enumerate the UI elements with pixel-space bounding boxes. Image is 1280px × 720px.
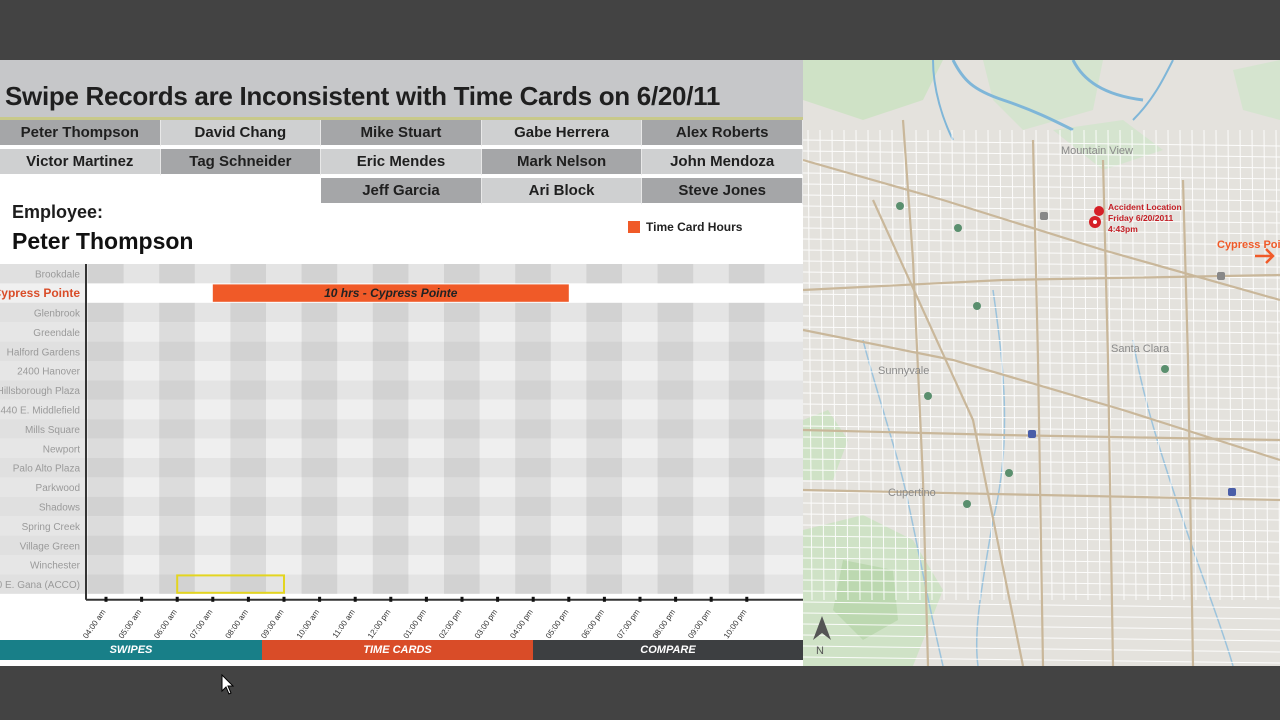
time-tick-label: 04:00 am [81,608,108,641]
time-tick-label: 09:00 am [259,608,286,641]
time-tick-label: 05:00 am [117,608,144,641]
time-tick-label: 07:00 pm [615,608,642,641]
axis-tick [246,596,250,602]
employee-button-ari-block[interactable]: Ari Block [481,178,643,205]
chart-legend: Time Card Hours [628,220,742,234]
place-mountain-view: Mountain View [1061,145,1133,157]
row-label: Hillsborough Plaza [0,386,80,397]
row-label: Village Green [20,541,80,552]
row-label: Shadows [39,503,80,514]
axis-tick [211,596,215,602]
employee-button-steve-jones[interactable]: Steve Jones [642,178,803,205]
time-tick-label: 06:00 pm [580,608,607,641]
timecard-chart: Brookdale Cypress Pointe Glenbrook Greendal… [0,264,803,641]
row-label: Palo Alto Plaza [13,464,81,475]
legend-swatch [628,221,640,233]
employee-button-peter-thompson[interactable]: Peter Thompson [0,120,161,147]
location-map[interactable]: Mountain View Sunnyvale Santa Clara Cupe… [803,60,1280,666]
time-tick-label: 12:00 pm [366,608,393,641]
tab-time-cards[interactable]: TIME CARDS [262,640,533,660]
time-tick-label: 04:00 pm [508,608,535,641]
place-cupertino: Cupertino [888,487,936,499]
axis-tick [602,596,606,602]
employee-button-mark-nelson[interactable]: Mark Nelson [481,149,643,176]
employee-button-mike-stuart[interactable]: Mike Stuart [321,120,482,147]
employee-button-victor-martinez[interactable]: Victor Martinez [0,149,161,176]
dashboard-panel: Swipe Records are Inconsistent with Time… [0,60,803,666]
accident-date: Friday 6/20/2011 [1108,213,1173,223]
employee-selector: Peter Thompson David Chang Mike Stuart Gabe… [0,120,803,207]
time-tick-label: 02:00 pm [437,608,464,641]
place-sunnyvale: Sunnyvale [878,365,929,377]
time-tick-label: 01:00 pm [402,608,429,641]
row-label: Brookdale [35,270,80,281]
tab-swipes[interactable]: SWIPES [0,640,262,660]
employee-button-john-mendoza[interactable]: John Mendoza [642,149,803,176]
accident-label: Accident Location [1108,202,1182,212]
time-tick-label: 06:00 am [152,608,179,641]
row-label: Glenbrook [34,309,81,320]
page-title: Swipe Records are Inconsistent with Time… [5,81,721,111]
axis-tick [674,596,678,602]
employee-button-tag-schneider[interactable]: Tag Schneider [160,149,322,176]
employee-button-david-chang[interactable]: David Chang [160,120,322,147]
employee-button-jeff-garcia[interactable]: Jeff Garcia [321,178,482,205]
time-tick-label: 10:00 pm [722,608,749,641]
row-label: Mills Square [25,425,80,436]
tab-compare[interactable]: COMPARE [533,640,803,660]
axis-tick [389,596,393,602]
place-santa-clara: Santa Clara [1111,343,1170,355]
row-label: Newport [43,444,80,455]
time-tick-label: 05:00 pm [544,608,571,641]
time-tick-label: 11:00 am [331,608,357,640]
time-tick-label: 08:00 pm [651,608,678,641]
row-label: Spring Creek [22,522,81,533]
time-tick-label: 09:00 pm [686,608,713,641]
row-label: Greendale [33,328,80,339]
axis-tick [531,596,535,602]
row-label: Cypress Pointe [0,286,80,300]
row-label: 130 E. Gana (ACCO) [0,580,80,591]
time-tick-label: 03:00 pm [473,608,500,641]
mouse-cursor-icon [221,674,235,695]
employee-button-eric-mendes[interactable]: Eric Mendes [321,149,482,176]
view-tabs: SWIPES TIME CARDS COMPARE [0,640,803,660]
axis-tick [140,596,144,602]
axis-tick [745,596,749,602]
title-bar: Swipe Records are Inconsistent with Time… [0,60,803,120]
accident-time: 4:43pm [1108,224,1138,234]
time-tick-label: 07:00 am [188,608,215,641]
time-tick-label: 08:00 am [224,608,251,641]
legend-label: Time Card Hours [646,220,743,234]
axis-tick [638,596,642,602]
axis-tick [353,596,357,602]
employee-button-alex-roberts[interactable]: Alex Roberts [642,120,803,147]
selected-employee-name: Peter Thompson [12,228,194,254]
row-label: 440 E. Middlefield [1,406,81,417]
axis-tick [318,596,322,602]
row-label: Parkwood [36,483,80,494]
axis-tick [496,596,500,602]
axis-tick [282,596,286,602]
employee-button-gabe-herrera[interactable]: Gabe Herrera [481,120,643,147]
row-label: 2400 Hanover [17,367,80,378]
axis-tick [709,596,713,602]
row-label: Halford Gardens [7,347,80,358]
map-canvas[interactable]: Mountain View Sunnyvale Santa Clara Cupe… [803,60,1280,666]
destination-label: Cypress Pointe [1217,239,1280,251]
bar-label: 10 hrs - Cypress Pointe [324,286,458,300]
axis-tick [460,596,464,602]
axis-tick [424,596,428,602]
svg-text:N: N [816,645,824,657]
time-tick-label: 10:00 am [295,608,322,641]
axis-tick [104,596,108,602]
axis-tick [567,596,571,602]
axis-tick [175,596,179,602]
employee-label: Employee: [12,202,104,222]
row-label: Winchester [30,561,81,572]
